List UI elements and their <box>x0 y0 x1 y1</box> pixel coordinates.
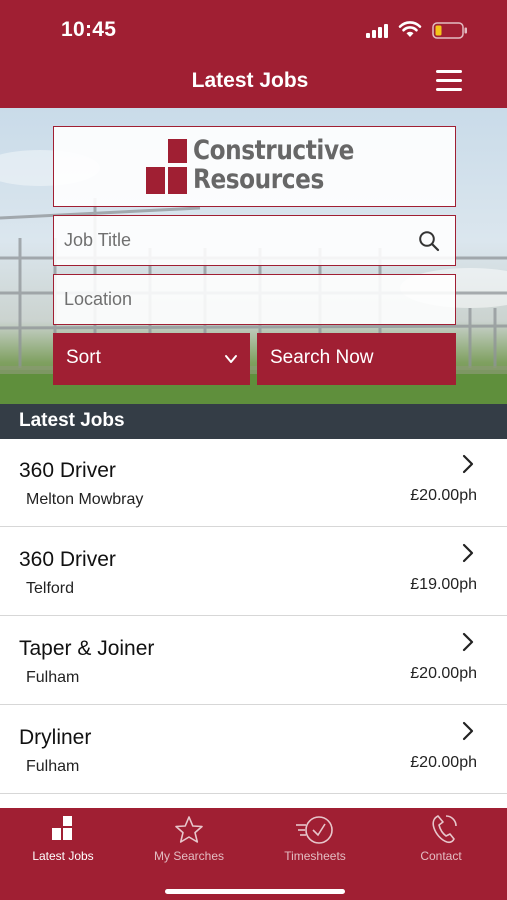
hamburger-menu-icon[interactable] <box>436 70 462 92</box>
job-title-input[interactable] <box>64 216 404 264</box>
sort-label: Sort <box>66 347 101 368</box>
timesheet-clock-icon <box>296 816 333 844</box>
job-title: Taper & Joiner <box>19 637 155 660</box>
search-icon[interactable] <box>418 230 440 252</box>
chevron-right-icon <box>462 543 474 563</box>
tab-timesheets[interactable]: Timesheets <box>252 808 378 878</box>
tab-label: Contact <box>420 849 462 863</box>
job-rate: £20.00ph <box>410 487 477 504</box>
job-location: Melton Mowbray <box>26 491 144 508</box>
job-row[interactable]: Taper & Joiner Fulham £20.00ph <box>0 617 507 705</box>
tab-latest-jobs[interactable]: Latest Jobs <box>0 808 126 878</box>
top-bar: 10:45 Latest Jobs <box>0 0 507 108</box>
brand-logo-mark <box>146 139 188 195</box>
wifi-icon <box>398 21 422 37</box>
job-title: 360 Driver <box>19 459 116 482</box>
latest-jobs-icon <box>52 816 72 840</box>
job-title: Dryliner <box>19 726 92 749</box>
job-row[interactable]: Dryliner Fulham £20.00ph <box>0 706 507 794</box>
search-now-label: Search Now <box>270 347 374 368</box>
job-location: Fulham <box>26 758 80 775</box>
job-row[interactable]: 360 Driver Telford £19.00ph <box>0 528 507 616</box>
job-location: Telford <box>26 580 75 597</box>
bottom-tab-bar: Latest Jobs My Searches Timesheets Conta… <box>0 808 507 900</box>
search-now-button[interactable]: Search Now <box>257 333 456 385</box>
job-rate: £19.00ph <box>410 576 477 593</box>
chevron-right-icon <box>462 721 474 741</box>
latest-jobs-section-header: Latest Jobs <box>0 404 507 439</box>
sort-dropdown[interactable]: Sort <box>53 333 250 385</box>
chevron-right-icon <box>462 454 474 474</box>
location-field[interactable] <box>53 274 456 325</box>
phone-icon <box>432 815 457 844</box>
job-row[interactable]: 360 Driver Melton Mowbray £20.00ph <box>0 439 507 527</box>
job-rate: £20.00ph <box>410 665 477 682</box>
tab-label: My Searches <box>153 849 225 863</box>
section-title: Latest Jobs <box>19 410 125 431</box>
star-icon <box>175 816 203 843</box>
tab-label: Latest Jobs <box>32 849 94 863</box>
job-rate: £20.00ph <box>410 754 477 771</box>
page-title: Latest Jobs <box>191 69 309 92</box>
chevron-down-icon <box>225 355 237 363</box>
brand-logo-text: Constructive Resources <box>193 136 354 194</box>
tab-label: Timesheets <box>284 849 346 863</box>
location-input[interactable] <box>64 275 404 323</box>
chevron-right-icon <box>462 632 474 652</box>
home-indicator <box>165 889 345 894</box>
brand-name-line1: Constructive <box>193 135 354 166</box>
tab-my-searches[interactable]: My Searches <box>126 808 252 878</box>
status-time: 10:45 <box>61 18 117 41</box>
brand-name-line2: Resources <box>193 164 324 195</box>
job-location: Fulham <box>26 669 80 686</box>
job-title: 360 Driver <box>19 548 116 571</box>
brand-logo: Constructive Resources <box>53 126 456 207</box>
cellular-signal-icon <box>366 24 392 38</box>
job-title-field[interactable] <box>53 215 456 266</box>
battery-icon <box>432 22 467 39</box>
tab-contact[interactable]: Contact <box>378 808 504 878</box>
